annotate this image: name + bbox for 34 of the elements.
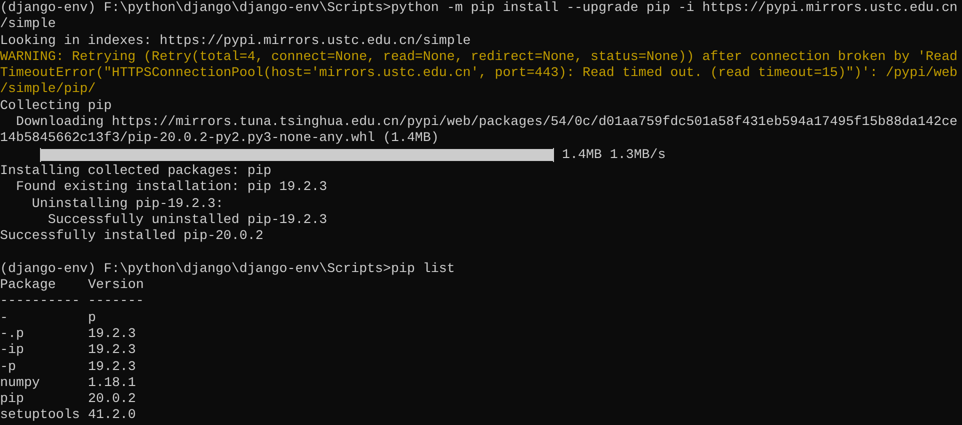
package-name: setuptools <box>0 407 81 424</box>
package-name: -.p <box>0 326 25 342</box>
package-name: -ip <box>0 342 25 359</box>
package-name: -p <box>0 358 17 375</box>
warning-line: WARNING: Retrying (Retry(total=4, connect=None, read=None, redirect=None, status=None)) after connection broken by 'Read <box>0 48 958 66</box>
warning-line: /simple/pip/ <box>0 81 96 98</box>
package-version: 41.2.0 <box>88 407 136 424</box>
package-version: 1.18.1 <box>88 374 136 392</box>
separator-dashes: ------- <box>88 293 144 310</box>
package-name: numpy <box>0 374 41 392</box>
package-version: 19.2.3 <box>88 358 136 375</box>
terminal-line: Found existing installation: pip 19.2.3 <box>14 179 328 196</box>
column-header: Package <box>0 277 57 294</box>
package-name: - <box>0 310 9 326</box>
terminal-line: Installing collected packages: pip <box>0 162 272 180</box>
terminal-line: Looking in indexes: https://pypi.mirrors.ustc.edu.cn/simple <box>0 32 471 49</box>
terminal-line: Uninstalling pip-19.2.3: <box>30 196 224 212</box>
terminal-line: (django-env) F:\python\django\django-env\Scripts>pip list <box>0 260 455 278</box>
terminal-line: Successfully uninstalled pip-19.2.3 <box>46 212 328 228</box>
package-version: p <box>88 310 96 326</box>
package-name: pip <box>0 391 25 408</box>
terminal-line: Successfully installed pip-20.0.2 <box>0 228 264 244</box>
terminal-line: Collecting pip <box>0 98 112 114</box>
package-version: 19.2.3 <box>88 342 136 359</box>
column-header: Version <box>88 277 144 294</box>
download-reading: 1.4MB 1.3MB/s <box>562 146 666 163</box>
separator-dashes: ---------- <box>0 293 81 310</box>
warning-line: TimeoutError("HTTPSConnectionPool(host='mirrors.ustc.edu.cn', port=443): Read timed out. (read timeout=15)")': /pypi/web <box>0 65 958 82</box>
package-version: 20.0.2 <box>88 391 136 408</box>
terminal-line: (django-env) F:\python\django\django-env\Scripts>python -m pip install --upgrade pip -i https://pypi.mirrors.ustc.edu.cn <box>0 0 958 16</box>
package-version: 19.2.3 <box>88 326 136 342</box>
terminal-line: Downloading https://mirrors.tuna.tsinghua.edu.cn/pypi/web/packages/54/0c/d01aa759fdc501a58f431eb594a17495f15b88da142ce <box>14 114 958 130</box>
terminal-line: /simple <box>0 16 56 33</box>
terminal-line: 14b5845662c13f3/pip-20.0.2-py2.py3-none-any.whl (1.4MB) <box>0 130 439 147</box>
